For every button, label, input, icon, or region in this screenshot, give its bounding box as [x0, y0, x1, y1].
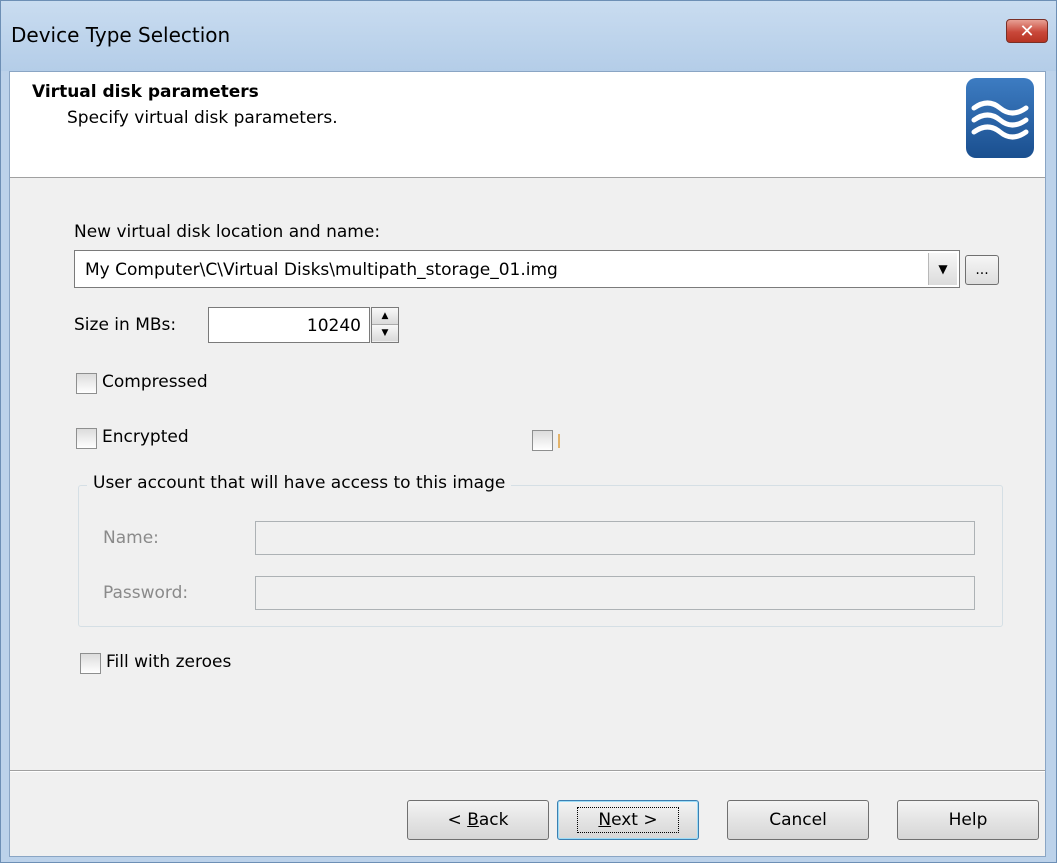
- size-value: 10240: [306, 316, 361, 336]
- focus-caret: [558, 434, 560, 448]
- arrow-down-icon[interactable]: ▼: [372, 325, 398, 341]
- browse-button[interactable]: ...: [965, 255, 999, 285]
- compressed-checkbox[interactable]: [76, 373, 97, 394]
- next-button[interactable]: Next >: [557, 800, 699, 840]
- group-legend: User account that will have access to th…: [87, 473, 512, 493]
- wizard-header: Virtual disk parameters Specify virtual …: [10, 72, 1045, 178]
- footer-separator: [10, 770, 1045, 772]
- location-combobox[interactable]: My Computer\C\Virtual Disks\multipath_st…: [74, 250, 960, 288]
- cancel-button[interactable]: Cancel: [727, 800, 869, 840]
- next-button-label: Next >: [577, 807, 679, 833]
- size-label: Size in MBs:: [74, 315, 177, 335]
- waves-logo-icon: [966, 78, 1034, 158]
- page-title: Virtual disk parameters: [32, 82, 259, 102]
- encrypted-label: Encrypted: [102, 427, 189, 447]
- back-button[interactable]: < Back: [407, 800, 549, 840]
- dialog-window: Device Type Selection ✕ Virtual disk par…: [0, 0, 1057, 863]
- help-button-label: Help: [948, 810, 988, 830]
- user-account-group: User account that will have access to th…: [78, 473, 1003, 627]
- close-button[interactable]: ✕: [1006, 19, 1048, 43]
- dialog-client-area: Virtual disk parameters Specify virtual …: [9, 71, 1046, 857]
- password-input[interactable]: [255, 576, 975, 610]
- size-spinner[interactable]: ▲ ▼: [371, 307, 399, 343]
- location-label: New virtual disk location and name:: [74, 222, 381, 242]
- fill-zeroes-checkbox[interactable]: [80, 653, 101, 674]
- fill-zeroes-label: Fill with zeroes: [106, 652, 232, 672]
- window-title: Device Type Selection: [11, 23, 231, 47]
- size-input[interactable]: 10240: [208, 307, 370, 343]
- name-label: Name:: [103, 528, 159, 548]
- password-label: Password:: [103, 583, 189, 603]
- location-value: My Computer\C\Virtual Disks\multipath_st…: [85, 260, 558, 280]
- help-button[interactable]: Help: [897, 800, 1039, 840]
- extra-checkbox[interactable]: [532, 430, 553, 451]
- name-input[interactable]: [255, 521, 975, 555]
- chevron-down-icon[interactable]: ▼: [928, 253, 957, 285]
- browse-label: ...: [975, 262, 989, 278]
- page-subtitle: Specify virtual disk parameters.: [67, 108, 338, 128]
- arrow-up-icon[interactable]: ▲: [372, 308, 398, 325]
- compressed-label: Compressed: [102, 372, 208, 392]
- back-button-label: < Back: [447, 810, 509, 830]
- cancel-button-label: Cancel: [769, 810, 827, 830]
- close-icon: ✕: [1019, 20, 1035, 42]
- title-bar[interactable]: Device Type Selection ✕: [1, 1, 1056, 71]
- encrypted-checkbox[interactable]: [76, 428, 97, 449]
